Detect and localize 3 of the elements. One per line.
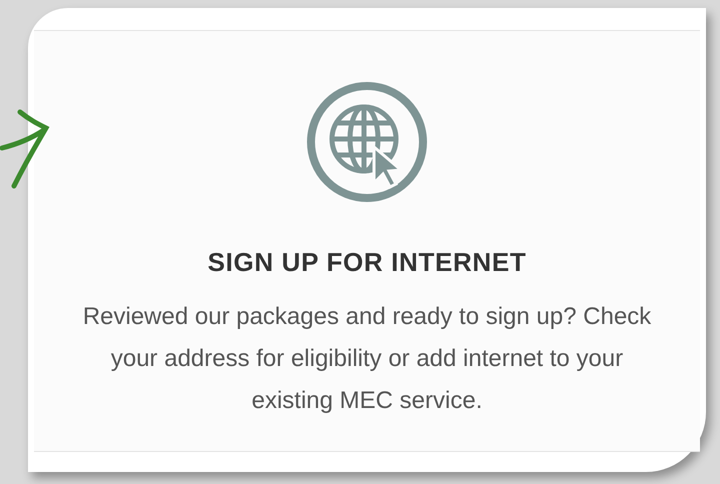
card-title: SIGN UP FOR INTERNET [208, 246, 526, 279]
globe-cursor-icon [306, 81, 428, 203]
card-description: Reviewed our packages and ready to sign up? Check your address for eligibility or add internet to your existing MEC service. [82, 302, 652, 416]
